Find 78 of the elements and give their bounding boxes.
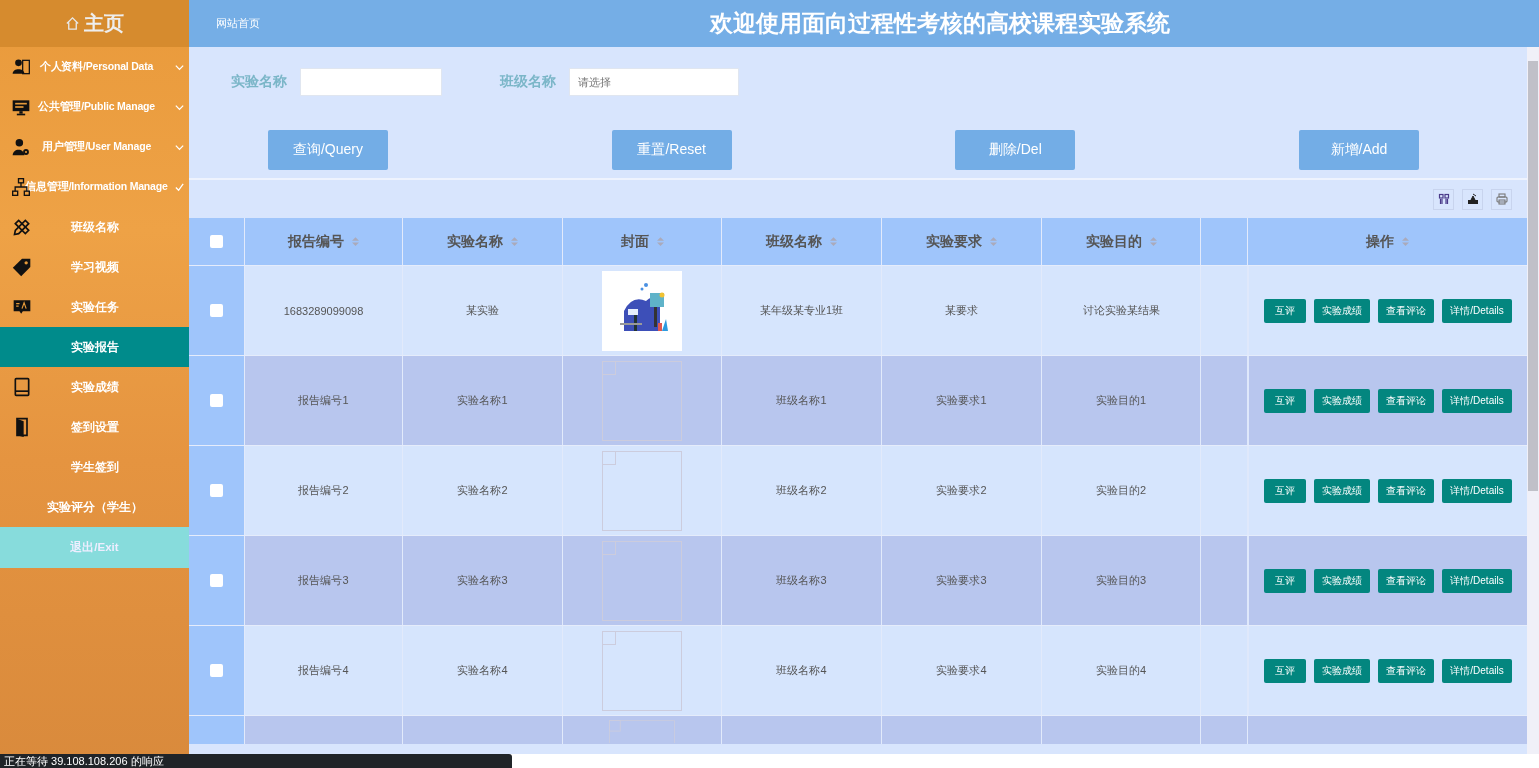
pencil-ruler-icon	[12, 217, 32, 237]
breadcrumb-link[interactable]: 网站首页	[216, 16, 710, 31]
status-bar: 正在等待 39.108.108.206 的响应	[0, 754, 512, 768]
checkbox[interactable]	[210, 304, 223, 317]
row-action-button[interactable]: 详情/Details	[1442, 568, 1512, 593]
row-action-button[interactable]: 互评	[1264, 658, 1307, 683]
checkbox[interactable]	[210, 235, 223, 248]
row-action-button[interactable]: 实验成绩	[1314, 298, 1371, 323]
row-action-button[interactable]: 详情/Details	[1442, 298, 1512, 323]
row-action-button[interactable]: 查看评论	[1378, 568, 1435, 593]
column-header[interactable]: 封面	[620, 232, 649, 251]
row-action-button[interactable]: 详情/Details	[1442, 478, 1512, 503]
checkbox[interactable]	[210, 574, 223, 587]
broken-image-icon	[602, 630, 682, 711]
book-icon	[12, 377, 32, 397]
row-action-button[interactable]: 实验成绩	[1314, 658, 1371, 683]
row-action-button[interactable]: 详情/Details	[1442, 388, 1512, 413]
row-action-button[interactable]: 查看评论	[1378, 298, 1435, 323]
user-gear-icon	[11, 137, 31, 157]
action-button[interactable]: 查询/Query	[268, 130, 388, 170]
menu-item[interactable]: 信息管理/Information Manage	[0, 167, 189, 207]
user-card-icon	[11, 57, 31, 77]
sort-icon[interactable]	[511, 237, 518, 246]
broken-image-icon	[602, 450, 682, 531]
row-action-button[interactable]: 查看评论	[1378, 478, 1435, 503]
row-action-button[interactable]: 查看评论	[1378, 388, 1435, 413]
input-field[interactable]: 请选择	[569, 68, 739, 96]
tag-icon	[12, 257, 32, 277]
menu-item[interactable]: 用户管理/User Manage	[0, 127, 189, 167]
column-header[interactable]: 实验目的	[1085, 232, 1142, 251]
scrollbar[interactable]	[1527, 47, 1539, 754]
filter-label: 实验名称	[231, 73, 287, 91]
checkbox[interactable]	[210, 484, 223, 497]
columns-icon[interactable]	[1433, 188, 1454, 210]
row-action-button[interactable]: 互评	[1264, 478, 1307, 503]
action-button[interactable]: 删除/Del	[955, 130, 1076, 170]
row-action-button[interactable]: 互评	[1264, 568, 1307, 593]
row-action-button[interactable]: 详情/Details	[1442, 658, 1512, 683]
row-action-button[interactable]: 实验成绩	[1314, 478, 1371, 503]
menu-item[interactable]: 学习视频	[0, 247, 189, 287]
sort-icon[interactable]	[352, 237, 359, 246]
menu-item[interactable]: 签到设置	[0, 407, 189, 447]
check-icon	[174, 181, 185, 193]
column-header[interactable]: 班级名称	[766, 232, 822, 251]
column-header[interactable]: 报告编号	[288, 232, 344, 251]
filter-label: 班级名称	[500, 73, 556, 91]
column-header[interactable]: 操作	[1366, 232, 1394, 251]
print-icon[interactable]	[1491, 188, 1512, 210]
row-action-button[interactable]: 互评	[1264, 298, 1307, 323]
row-action-button[interactable]: 查看评论	[1378, 658, 1435, 683]
sort-icon[interactable]	[830, 237, 837, 246]
menu-item[interactable]: 实验任务	[0, 287, 189, 327]
row-action-button[interactable]: 实验成绩	[1314, 568, 1371, 593]
menu-item[interactable]: 实验评分（学生）	[0, 487, 189, 527]
action-button[interactable]: 重置/Reset	[611, 130, 732, 170]
checkbox[interactable]	[210, 394, 223, 407]
row-action-button[interactable]: 实验成绩	[1314, 388, 1371, 413]
menu-item[interactable]: 班级名称	[0, 207, 189, 247]
input-field[interactable]	[300, 68, 442, 96]
sort-icon[interactable]	[990, 237, 997, 246]
menu-item[interactable]: 公共管理/Public Manage	[0, 87, 189, 127]
sort-icon[interactable]	[1402, 237, 1409, 246]
page-title: 欢迎使用面向过程性考核的高校课程实验系统	[710, 9, 1170, 38]
monitor-icon	[11, 97, 31, 117]
column-header[interactable]: 实验名称	[447, 232, 503, 251]
action-button[interactable]: 新增/Add	[1298, 130, 1419, 170]
column-header[interactable]: 实验要求	[926, 232, 982, 251]
menu-item[interactable]: 个人资料/Personal Data	[0, 47, 189, 87]
menu-item[interactable]: 实验成绩	[0, 367, 189, 407]
export-icon[interactable]	[1462, 188, 1483, 210]
sort-icon[interactable]	[656, 237, 664, 246]
sort-icon[interactable]	[1149, 237, 1157, 246]
home-link[interactable]: 主页	[0, 0, 189, 47]
menu-item[interactable]: 学生签到	[0, 447, 189, 487]
menu-item[interactable]: 实验报告	[0, 327, 189, 367]
home-icon	[65, 16, 80, 31]
checkbox[interactable]	[210, 664, 223, 677]
row-action-button[interactable]: 互评	[1264, 388, 1307, 413]
